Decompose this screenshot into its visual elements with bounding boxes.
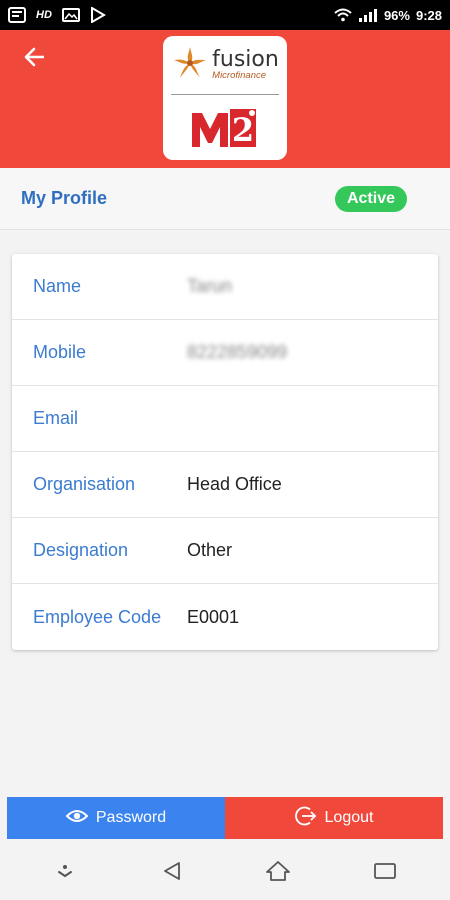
nav-hide-button[interactable] xyxy=(45,853,85,893)
password-button-label: Password xyxy=(95,809,167,826)
row-label: Designation xyxy=(33,540,129,560)
logout-button[interactable]: Logout xyxy=(225,797,443,839)
app-header: fusion Microfinance 2 xyxy=(0,30,450,168)
svg-text:2: 2 xyxy=(232,111,254,149)
row-value: Other xyxy=(187,540,233,560)
company-logo: fusion Microfinance 2 xyxy=(163,36,287,160)
notes-icon xyxy=(8,7,26,23)
status-left: HD xyxy=(8,7,106,23)
row-value: E0001 xyxy=(187,606,240,627)
nav-home-button[interactable] xyxy=(258,853,298,893)
nav-back-icon xyxy=(161,860,183,887)
profile-title-bar: My Profile Active xyxy=(0,168,450,230)
logout-icon xyxy=(294,805,317,832)
row-label: Organisation xyxy=(33,474,136,494)
logo-tagline: Microfinance xyxy=(212,70,267,82)
back-button[interactable] xyxy=(20,44,50,74)
status-right: 96% 9:28 xyxy=(334,8,442,23)
profile-row-mobile: Mobile 8222859099 xyxy=(12,320,438,386)
fusion-logo: fusion Microfinance xyxy=(163,36,287,94)
logo-brand: fusion xyxy=(212,47,279,73)
row-value: Head Office xyxy=(187,474,282,494)
nav-home-icon xyxy=(265,860,291,887)
signal-icon xyxy=(358,8,378,22)
logo-text: fusion Microfinance xyxy=(212,49,279,81)
m2i-logo: 2 xyxy=(163,95,287,159)
profile-row-name: Name Tarun xyxy=(12,254,438,320)
profile-row-organisation: Organisation Head Office xyxy=(12,452,438,518)
status-bar: HD 96% 9:28 xyxy=(0,0,450,30)
image-icon xyxy=(61,8,80,22)
row-label: Name xyxy=(33,276,82,296)
battery-level: 96% xyxy=(383,7,410,23)
row-label: Employee Code xyxy=(33,606,162,627)
play-store-icon xyxy=(90,7,106,23)
bottom-action-bar: Password Logout xyxy=(7,797,443,839)
row-label: Mobile xyxy=(33,342,87,362)
clock: 9:28 xyxy=(415,7,442,23)
back-arrow-icon xyxy=(24,47,46,72)
hd-icon: HD xyxy=(36,9,52,21)
eye-icon xyxy=(65,809,89,828)
logout-button-label: Logout xyxy=(324,809,374,826)
profile-row-email: Email xyxy=(12,386,438,452)
profile-row-employee-code: Employee Code E0001 xyxy=(12,584,438,650)
profile-details-card: Name Tarun Mobile 8222859099 Email Organ… xyxy=(12,254,438,650)
nav-hide-icon xyxy=(55,864,75,883)
password-button[interactable]: Password xyxy=(7,797,225,839)
row-label: Email xyxy=(33,408,79,428)
page-title: My Profile xyxy=(21,188,108,208)
nav-back-button[interactable] xyxy=(152,853,192,893)
wifi-icon xyxy=(334,8,352,22)
star-swirl-icon xyxy=(171,44,209,87)
nav-recents-icon xyxy=(373,861,397,886)
row-value: 8222859099 xyxy=(187,342,288,362)
row-value: Tarun xyxy=(187,276,233,296)
nav-recents-button[interactable] xyxy=(365,853,405,893)
profile-row-designation: Designation Other xyxy=(12,518,438,584)
system-nav-bar xyxy=(0,846,450,900)
status-badge: Active xyxy=(334,185,407,212)
